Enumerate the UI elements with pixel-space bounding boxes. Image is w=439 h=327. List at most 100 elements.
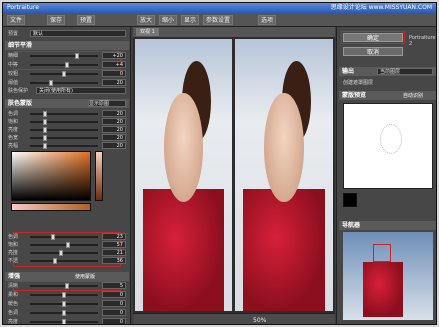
output-select[interactable]: 当前图层 — [377, 68, 433, 75]
mask-slider-knob[interactable] — [42, 127, 47, 133]
enhance-value-field[interactable]: 0 — [102, 318, 126, 324]
enhance-value-field[interactable]: 0 — [102, 309, 126, 316]
options-button[interactable]: 选项 — [258, 15, 277, 25]
params-button[interactable]: 参数设置 — [203, 15, 234, 25]
section-detail-smoothing[interactable]: 细节平滑 — [5, 41, 129, 50]
enhance-slider[interactable] — [30, 285, 98, 287]
mask-slider-knob[interactable] — [42, 111, 47, 117]
left-panel: 预置 默认 细节平滑 肤色保护 关闭(使用所有) 肤色蒙版 显示原图 增强 使用… — [3, 27, 131, 324]
use-mask-checkbox[interactable]: 使用蒙版 — [75, 273, 95, 280]
save-button[interactable]: 保存 — [47, 15, 66, 25]
tone-slider-knob[interactable] — [51, 234, 56, 240]
preview-tabs: 双视 1 — [133, 27, 335, 37]
detail-label: 阈值 — [8, 80, 19, 86]
auto-detect-button[interactable]: 自动识别 — [403, 92, 423, 99]
enhance-row: 亮度 0 — [6, 318, 128, 324]
mask-label: 色调 — [8, 111, 19, 117]
section-navigator[interactable]: 导航器 — [339, 221, 436, 230]
tone-slider[interactable] — [30, 252, 98, 254]
tone-slider-knob[interactable] — [66, 242, 71, 248]
tone-row: 饱和 57 — [6, 241, 128, 249]
tone-label: 亮度 — [8, 250, 19, 256]
mask-slider-knob[interactable] — [42, 119, 47, 125]
enhance-slider-knob[interactable] — [62, 292, 66, 298]
nav-view-rect[interactable] — [373, 244, 391, 262]
section-enhance[interactable]: 增强 — [5, 272, 129, 281]
zoom-out-button[interactable]: 缩小 — [159, 15, 178, 25]
tone-value-field[interactable]: 57 — [102, 241, 126, 248]
detail-value-field[interactable]: 20 — [102, 79, 126, 86]
tone-row: 不透 36 — [6, 257, 128, 265]
enhance-row: 色调 0 — [6, 309, 128, 317]
zoom-in-button[interactable]: 放大 — [137, 15, 156, 25]
watermark-text: 思缘设计论坛 www.MISSYUAN.COM — [330, 4, 432, 11]
detail-value-field[interactable]: 0 — [102, 70, 126, 77]
zoom-level[interactable]: 50% — [253, 317, 266, 324]
enhance-slider-knob[interactable] — [62, 310, 66, 316]
before-image[interactable] — [135, 39, 232, 311]
detail-slider-knob[interactable] — [49, 80, 54, 86]
skin-protect-select[interactable]: 关闭(使用所有) — [36, 87, 126, 94]
preset-select[interactable]: 默认 — [30, 30, 126, 37]
tone-slider[interactable] — [30, 236, 98, 238]
mask-slider[interactable] — [30, 129, 98, 131]
mask-slider[interactable] — [30, 137, 98, 139]
detail-value-field[interactable]: +20 — [102, 52, 126, 59]
mask-value-field[interactable]: 20 — [102, 142, 126, 149]
tab-dual-view[interactable]: 双视 1 — [136, 28, 159, 36]
detail-slider[interactable] — [30, 82, 98, 84]
mask-value-field[interactable]: 20 — [102, 126, 126, 133]
enhance-value-field[interactable]: 5 — [102, 282, 126, 289]
mask-slider[interactable] — [30, 113, 98, 115]
black-swatch[interactable] — [343, 193, 357, 207]
mask-label: 饱和 — [8, 119, 19, 125]
tone-value-field[interactable]: 36 — [102, 257, 126, 264]
mask-slider[interactable] — [30, 121, 98, 123]
mask-row: 色宽 20 — [6, 134, 128, 142]
mask-label: 色宽 — [8, 135, 19, 141]
enhance-value-field[interactable]: 0 — [102, 291, 126, 298]
tone-slider-knob[interactable] — [58, 250, 63, 256]
detail-slider-knob[interactable] — [65, 62, 70, 68]
enhance-row: 柔和 0 — [6, 291, 128, 299]
create-mask-checkbox[interactable]: 创建遮罩图层 — [343, 79, 373, 86]
preset-button[interactable]: 预置 — [77, 15, 96, 25]
color-picker-shade — [12, 152, 90, 200]
after-image[interactable] — [235, 39, 333, 311]
cancel-button[interactable]: 取消 — [343, 47, 403, 56]
detail-slider-knob[interactable] — [62, 71, 66, 77]
skin-range-bar[interactable] — [11, 203, 91, 211]
view-button[interactable]: 显示 — [181, 15, 200, 25]
detail-value-field[interactable]: +4 — [102, 61, 126, 68]
menu-file[interactable]: 文件 — [7, 15, 26, 25]
detail-slider[interactable] — [30, 55, 98, 57]
ok-highlight — [341, 31, 405, 44]
enhance-slider-knob[interactable] — [62, 301, 66, 307]
preset-label: 预置 — [8, 31, 19, 37]
mask-slider-knob[interactable] — [42, 135, 47, 141]
enhance-slider-knob[interactable] — [62, 319, 66, 324]
preview-area: 双视 1 50% — [133, 27, 335, 324]
tone-slider[interactable] — [30, 260, 98, 262]
enhance-slider-knob[interactable] — [65, 283, 70, 289]
skin-protect-row: 肤色保护 关闭(使用所有) — [6, 87, 128, 95]
mask-value-field[interactable]: 20 — [102, 118, 126, 125]
mask-slider[interactable] — [30, 145, 98, 147]
detail-slider[interactable] — [30, 64, 98, 66]
mask-view-select[interactable]: 显示原图 — [88, 100, 126, 107]
tone-value-field[interactable]: 23 — [102, 233, 126, 240]
mask-slider-knob[interactable] — [42, 143, 47, 149]
navigator-thumbnail[interactable] — [343, 232, 433, 320]
hue-slider[interactable] — [95, 151, 103, 201]
tone-value-field[interactable]: 21 — [102, 249, 126, 256]
color-picker-area[interactable] — [11, 151, 91, 201]
tone-slider[interactable] — [30, 244, 98, 246]
preset-row: 预置 默认 — [6, 30, 128, 38]
tone-slider-knob[interactable] — [53, 258, 58, 264]
mask-value-field[interactable]: 20 — [102, 110, 126, 117]
enhance-value-field[interactable]: 0 — [102, 300, 126, 307]
tone-row: 色调 23 — [6, 233, 128, 241]
mask-value-field[interactable]: 20 — [102, 134, 126, 141]
skin-protect-label: 肤色保护 — [8, 88, 29, 94]
detail-slider-knob[interactable] — [74, 53, 79, 59]
